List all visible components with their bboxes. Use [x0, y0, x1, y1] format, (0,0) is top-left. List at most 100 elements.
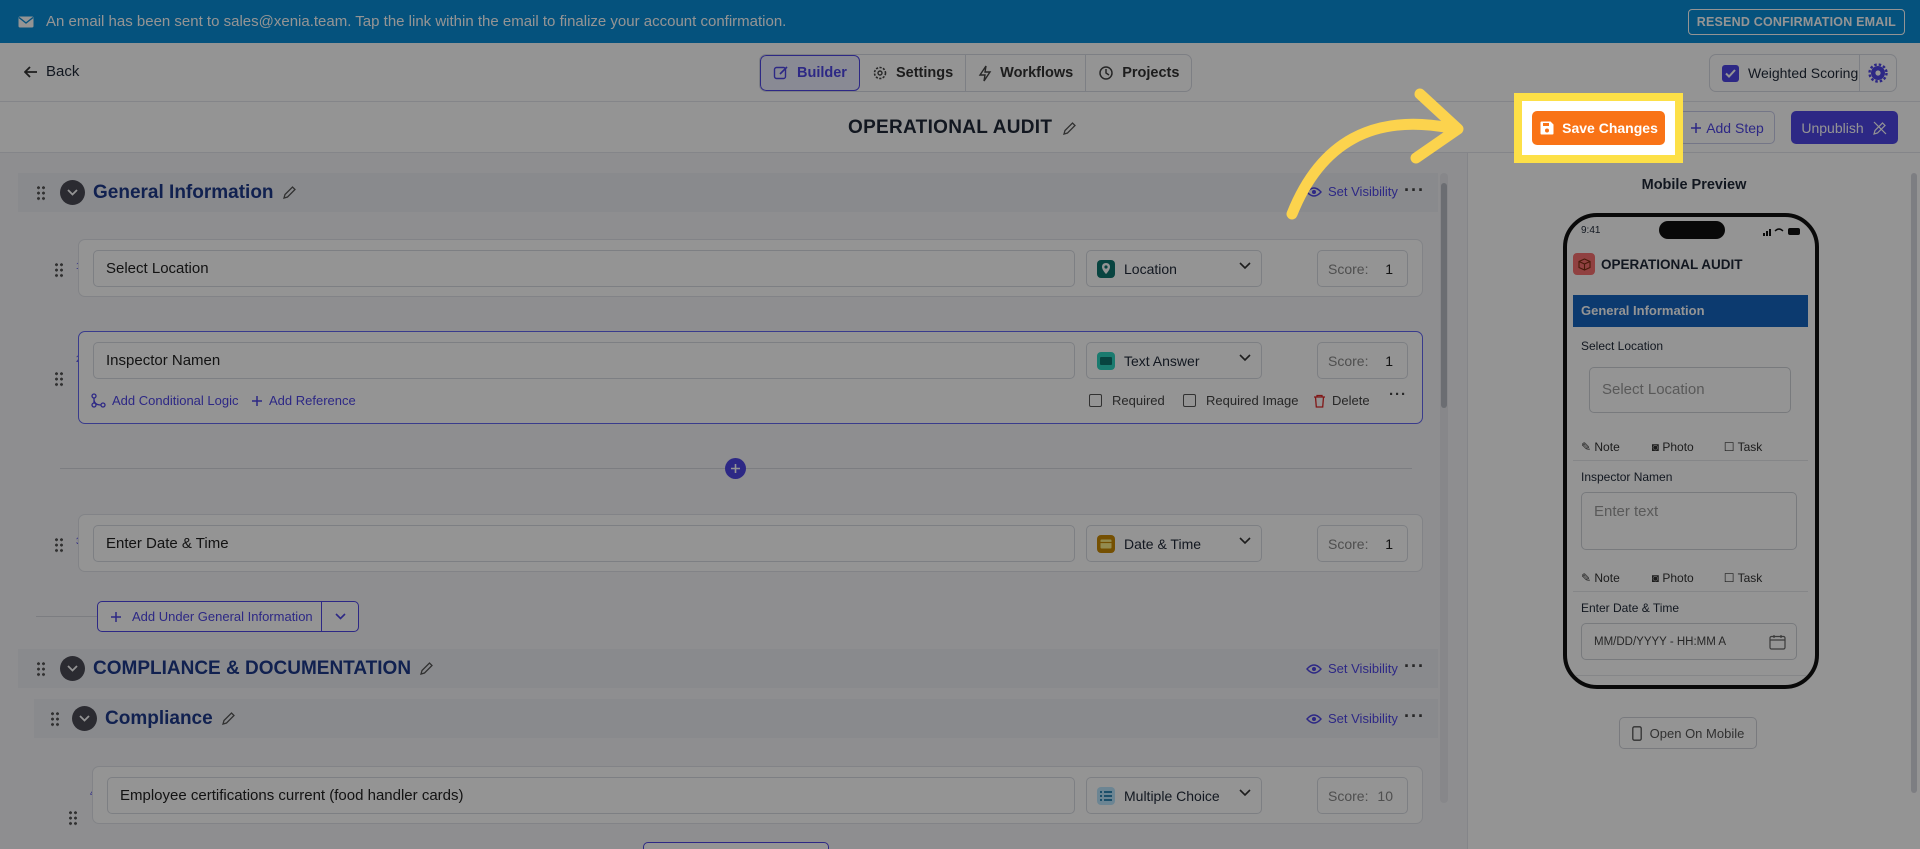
question-text-field[interactable]: Employee certifications current (food ha…	[107, 777, 1075, 814]
preview-text-input[interactable]: Enter text	[1581, 492, 1797, 550]
trash-icon	[1314, 394, 1325, 408]
form-builder-canvas: General Information Set Visibility ··· 1…	[0, 153, 1467, 849]
required-image-label: Required Image	[1206, 393, 1299, 408]
add-conditional-logic-button[interactable]: Add Conditional Logic	[91, 393, 238, 408]
location-pin-icon	[1097, 259, 1115, 278]
question-type-label: Location	[1124, 260, 1177, 277]
question-type-select[interactable]: Date & Time	[1086, 525, 1262, 562]
pencil-icon[interactable]	[1062, 121, 1077, 136]
drag-handle-icon[interactable]	[36, 184, 46, 201]
unpublish-button[interactable]: Unpublish	[1791, 111, 1898, 144]
tab-projects[interactable]: Projects	[1086, 55, 1191, 91]
pencil-icon[interactable]	[282, 185, 297, 200]
add-step-button[interactable]: Add Step	[1679, 111, 1775, 144]
more-options-icon[interactable]: ···	[1404, 706, 1425, 727]
add-reference-label: Add Reference	[269, 393, 356, 408]
preview-location-select[interactable]: Select Location	[1589, 367, 1791, 413]
tab-workflows-label: Workflows	[1000, 65, 1074, 81]
form-title-text: OPERATIONAL AUDIT	[848, 117, 1053, 138]
question-type-select[interactable]: Multiple Choice	[1086, 777, 1262, 814]
required-checkbox[interactable]: Required	[1089, 393, 1165, 408]
section-title: COMPLIANCE & DOCUMENTATION	[93, 657, 412, 679]
scoring-settings-button[interactable]	[1860, 54, 1897, 92]
preview-q3-label: Enter Date & Time	[1581, 601, 1680, 615]
builder-scrollbar[interactable]	[1440, 173, 1448, 803]
save-changes-label: Save Changes	[1562, 120, 1658, 136]
set-visibility-button[interactable]: Set Visibility	[1306, 661, 1398, 676]
chevron-down-icon[interactable]	[72, 706, 97, 731]
question-card: Enter Date & Time Date & Time Score: 1	[78, 514, 1423, 572]
score-value: 1	[1385, 352, 1393, 369]
plus-icon	[731, 464, 740, 473]
task-button[interactable]: ☐ Task	[1724, 571, 1763, 585]
preview-scrollbar[interactable]	[1911, 173, 1917, 793]
weighted-scoring-toggle[interactable]: Weighted Scoring	[1709, 54, 1860, 92]
preview-q2-actions: ✎ Note ◙ Photo ☐ Task	[1581, 571, 1762, 585]
pencil-icon[interactable]	[419, 661, 434, 676]
question-type-label: Date & Time	[1124, 535, 1202, 552]
tab-builder[interactable]: Builder	[760, 55, 860, 91]
section-header-general-information: General Information	[18, 173, 1438, 212]
arrow-left-icon	[24, 65, 37, 78]
pencil-icon[interactable]	[221, 711, 236, 726]
question-card: Select Location Location Score: 1	[78, 239, 1423, 297]
drag-handle-icon[interactable]	[54, 537, 64, 553]
drag-handle-icon[interactable]	[36, 660, 46, 677]
back-button[interactable]: Back	[24, 63, 79, 80]
set-visibility-button[interactable]: Set Visibility	[1306, 711, 1398, 726]
tab-workflows[interactable]: Workflows	[966, 55, 1087, 91]
resend-confirmation-button[interactable]: RESEND CONFIRMATION EMAIL	[1687, 9, 1905, 35]
add-under-dropdown[interactable]	[321, 602, 358, 631]
drag-handle-icon[interactable]	[54, 262, 64, 278]
score-field[interactable]: Score: 10	[1317, 777, 1408, 814]
calendar-icon[interactable]	[1769, 634, 1786, 650]
save-changes-button[interactable]: Save Changes	[1532, 111, 1665, 145]
score-field[interactable]: Score: 1	[1317, 525, 1408, 562]
preview-section-bar: General Information	[1573, 295, 1808, 327]
add-question-button[interactable]	[725, 458, 746, 479]
photo-button[interactable]: ◙ Photo	[1652, 440, 1694, 454]
drag-handle-icon[interactable]	[68, 810, 78, 826]
partial-button[interactable]	[643, 842, 829, 849]
question-text-field[interactable]: Enter Date & Time	[93, 525, 1075, 562]
note-label: Note	[1594, 440, 1620, 454]
chevron-down-icon[interactable]	[60, 656, 85, 681]
checkbox-icon[interactable]	[1089, 394, 1102, 407]
tab-settings[interactable]: Settings	[860, 55, 967, 91]
question-type-select[interactable]: Text Answer	[1086, 342, 1262, 379]
tab-builder-label: Builder	[797, 65, 847, 81]
form-title[interactable]: OPERATIONAL AUDIT	[848, 117, 1077, 139]
question-type-select[interactable]: Location	[1086, 250, 1262, 287]
add-under-section-button[interactable]: Add Under General Information	[97, 601, 359, 632]
open-on-mobile-button[interactable]: Open On Mobile	[1619, 717, 1757, 749]
more-options-icon[interactable]: ···	[1404, 656, 1425, 677]
score-field[interactable]: Score: 1	[1317, 342, 1408, 379]
checkbox-checked-icon[interactable]	[1722, 64, 1739, 82]
delete-button[interactable]: Delete	[1313, 393, 1370, 408]
photo-button[interactable]: ◙ Photo	[1652, 571, 1694, 585]
photo-label: Photo	[1662, 440, 1694, 454]
eye-icon	[1306, 663, 1322, 674]
drag-handle-icon[interactable]	[50, 710, 60, 727]
section-header-compliance: Compliance	[34, 699, 1438, 738]
status-icons	[1763, 228, 1800, 236]
checkbox-icon[interactable]	[1183, 394, 1196, 407]
required-image-checkbox[interactable]: Required Image	[1183, 393, 1299, 408]
more-options-icon[interactable]: ···	[1389, 386, 1407, 403]
task-button[interactable]: ☐ Task	[1724, 440, 1763, 454]
form-icon	[1573, 253, 1595, 275]
drag-handle-icon[interactable]	[54, 371, 64, 387]
box-icon	[1577, 257, 1591, 271]
question-text-field[interactable]: Select Location	[93, 250, 1075, 287]
question-text-field[interactable]: Inspector Namen	[93, 342, 1075, 379]
score-field[interactable]: Score: 1	[1317, 250, 1408, 287]
preview-q2-label: Inspector Namen	[1581, 470, 1673, 484]
add-reference-button[interactable]: Add Reference	[251, 393, 356, 408]
weighted-scoring-label: Weighted Scoring	[1748, 65, 1859, 81]
note-button[interactable]: ✎ Note	[1581, 440, 1620, 454]
preview-datetime-input[interactable]: MM/DD/YYYY - HH:MM A	[1581, 623, 1797, 660]
score-label: Score:	[1328, 535, 1369, 552]
note-button[interactable]: ✎ Note	[1581, 571, 1620, 585]
chevron-down-icon[interactable]	[60, 180, 85, 205]
plus-icon	[1691, 122, 1702, 133]
